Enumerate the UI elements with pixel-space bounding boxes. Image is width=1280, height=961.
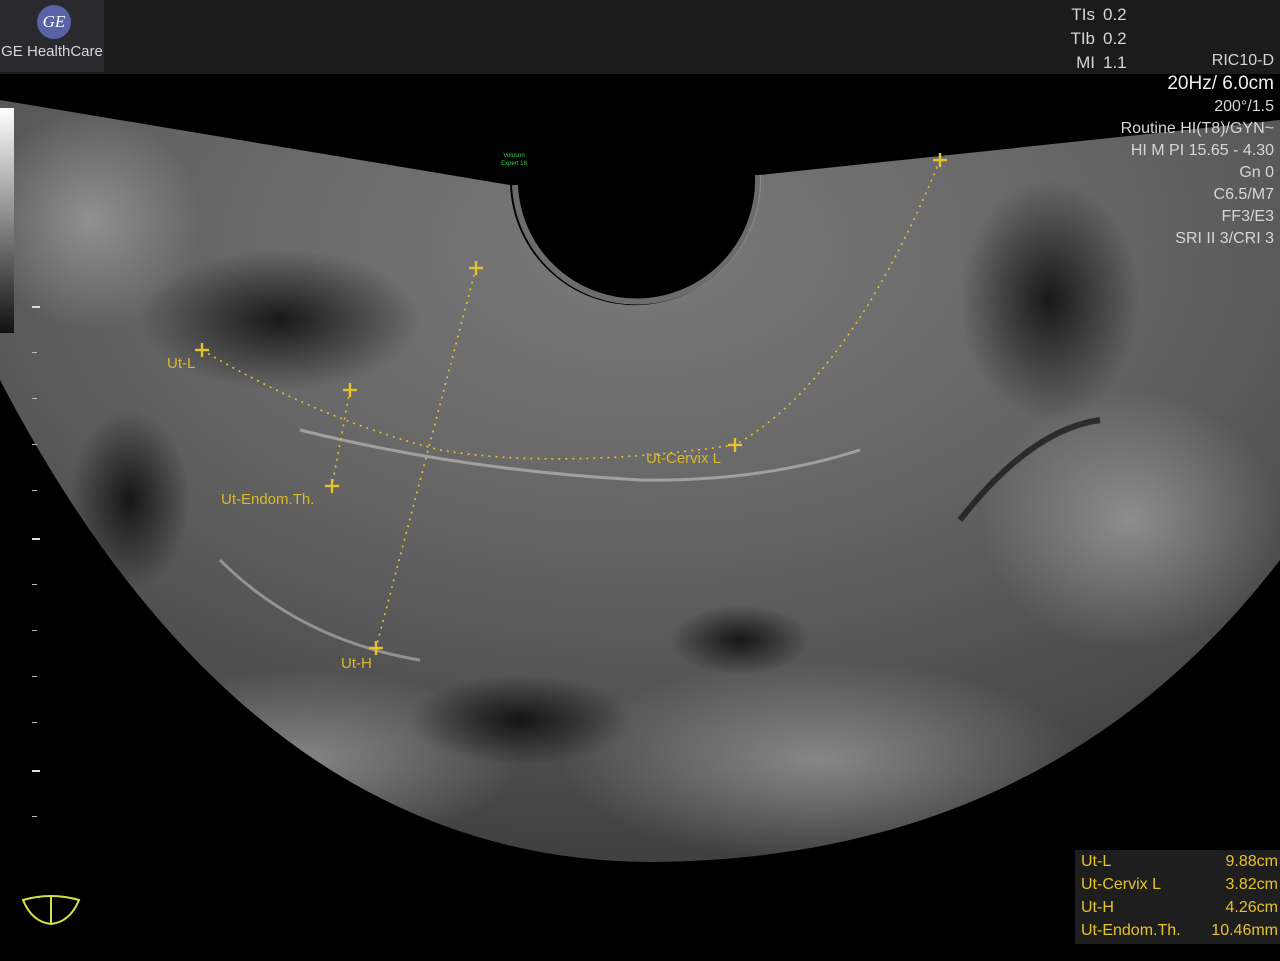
index-row: TIs 0.2 — [1071, 5, 1127, 24]
probe-name: RIC10-D — [1211, 52, 1274, 69]
grayscale-bar — [0, 108, 14, 333]
safety-indices: TIs 0.2 TIb 0.2 MI 1.1 — [1040, 3, 1127, 75]
label-ut-h[interactable]: Ut-H — [341, 655, 372, 672]
depth-marker — [32, 490, 37, 491]
depth-marker — [32, 630, 37, 631]
param-line: Gn 0 — [1239, 164, 1274, 181]
param-line: FF3/E3 — [1221, 208, 1274, 225]
param-line: HI M PI 15.65 - 4.30 — [1130, 142, 1274, 159]
measurement-results: Ut-L 9.88cm Ut-Cervix L 3.82cm Ut-H 4.26cm … — [1075, 850, 1280, 944]
label-ut-l[interactable]: Ut-L — [167, 355, 195, 372]
param-line: SRI II 3/CRI 3 — [1175, 230, 1274, 247]
ultrasound-scan — [0, 100, 1280, 862]
imaging-parameters: RIC10-D 20Hz/ 6.0cm 200°/1.5 Routine HI(… — [1121, 50, 1274, 250]
depth-marker — [32, 306, 40, 308]
brand-name: GE HealthCare — [1, 43, 103, 60]
param-line: 200°/1.5 — [1214, 98, 1274, 115]
probe-orientation-icon — [21, 895, 81, 926]
depth-marker — [32, 722, 37, 723]
param-line: C6.5/M7 — [1213, 186, 1274, 203]
result-row: Ut-H 4.26cm — [1081, 899, 1278, 916]
voluson-watermark: Voluson Expert 18 — [501, 153, 527, 167]
result-row: Ut-Cervix L 3.82cm — [1081, 876, 1278, 893]
depth-marker — [32, 816, 37, 817]
result-row: Ut-Endom.Th. 10.46mm — [1081, 922, 1278, 939]
index-row: MI 1.1 — [1076, 53, 1127, 72]
depth-marker — [32, 398, 37, 399]
frame-rate-depth: 20Hz/ 6.0cm — [1167, 73, 1274, 94]
depth-marker — [32, 538, 40, 540]
top-info-bar: GE GE HealthCare TIs 0.2 TIb 0.2 MI 1.1 — [0, 0, 1280, 74]
ultrasound-image[interactable] — [0, 0, 1280, 961]
label-ut-cervix-l[interactable]: Ut-Cervix L — [646, 450, 721, 467]
ge-logo: GE GE HealthCare — [0, 0, 104, 72]
depth-marker — [32, 770, 40, 772]
result-row: Ut-L 9.88cm — [1081, 853, 1278, 870]
param-line: Routine HI(T8)/GYN~ — [1120, 120, 1274, 137]
label-ut-endom[interactable]: Ut-Endom.Th. — [221, 491, 314, 508]
depth-marker — [32, 444, 37, 445]
depth-marker — [32, 584, 37, 585]
index-row: TIb 0.2 — [1070, 29, 1127, 48]
ge-monogram-icon: GE — [37, 5, 71, 39]
depth-marker — [32, 676, 37, 677]
depth-marker — [32, 352, 37, 353]
